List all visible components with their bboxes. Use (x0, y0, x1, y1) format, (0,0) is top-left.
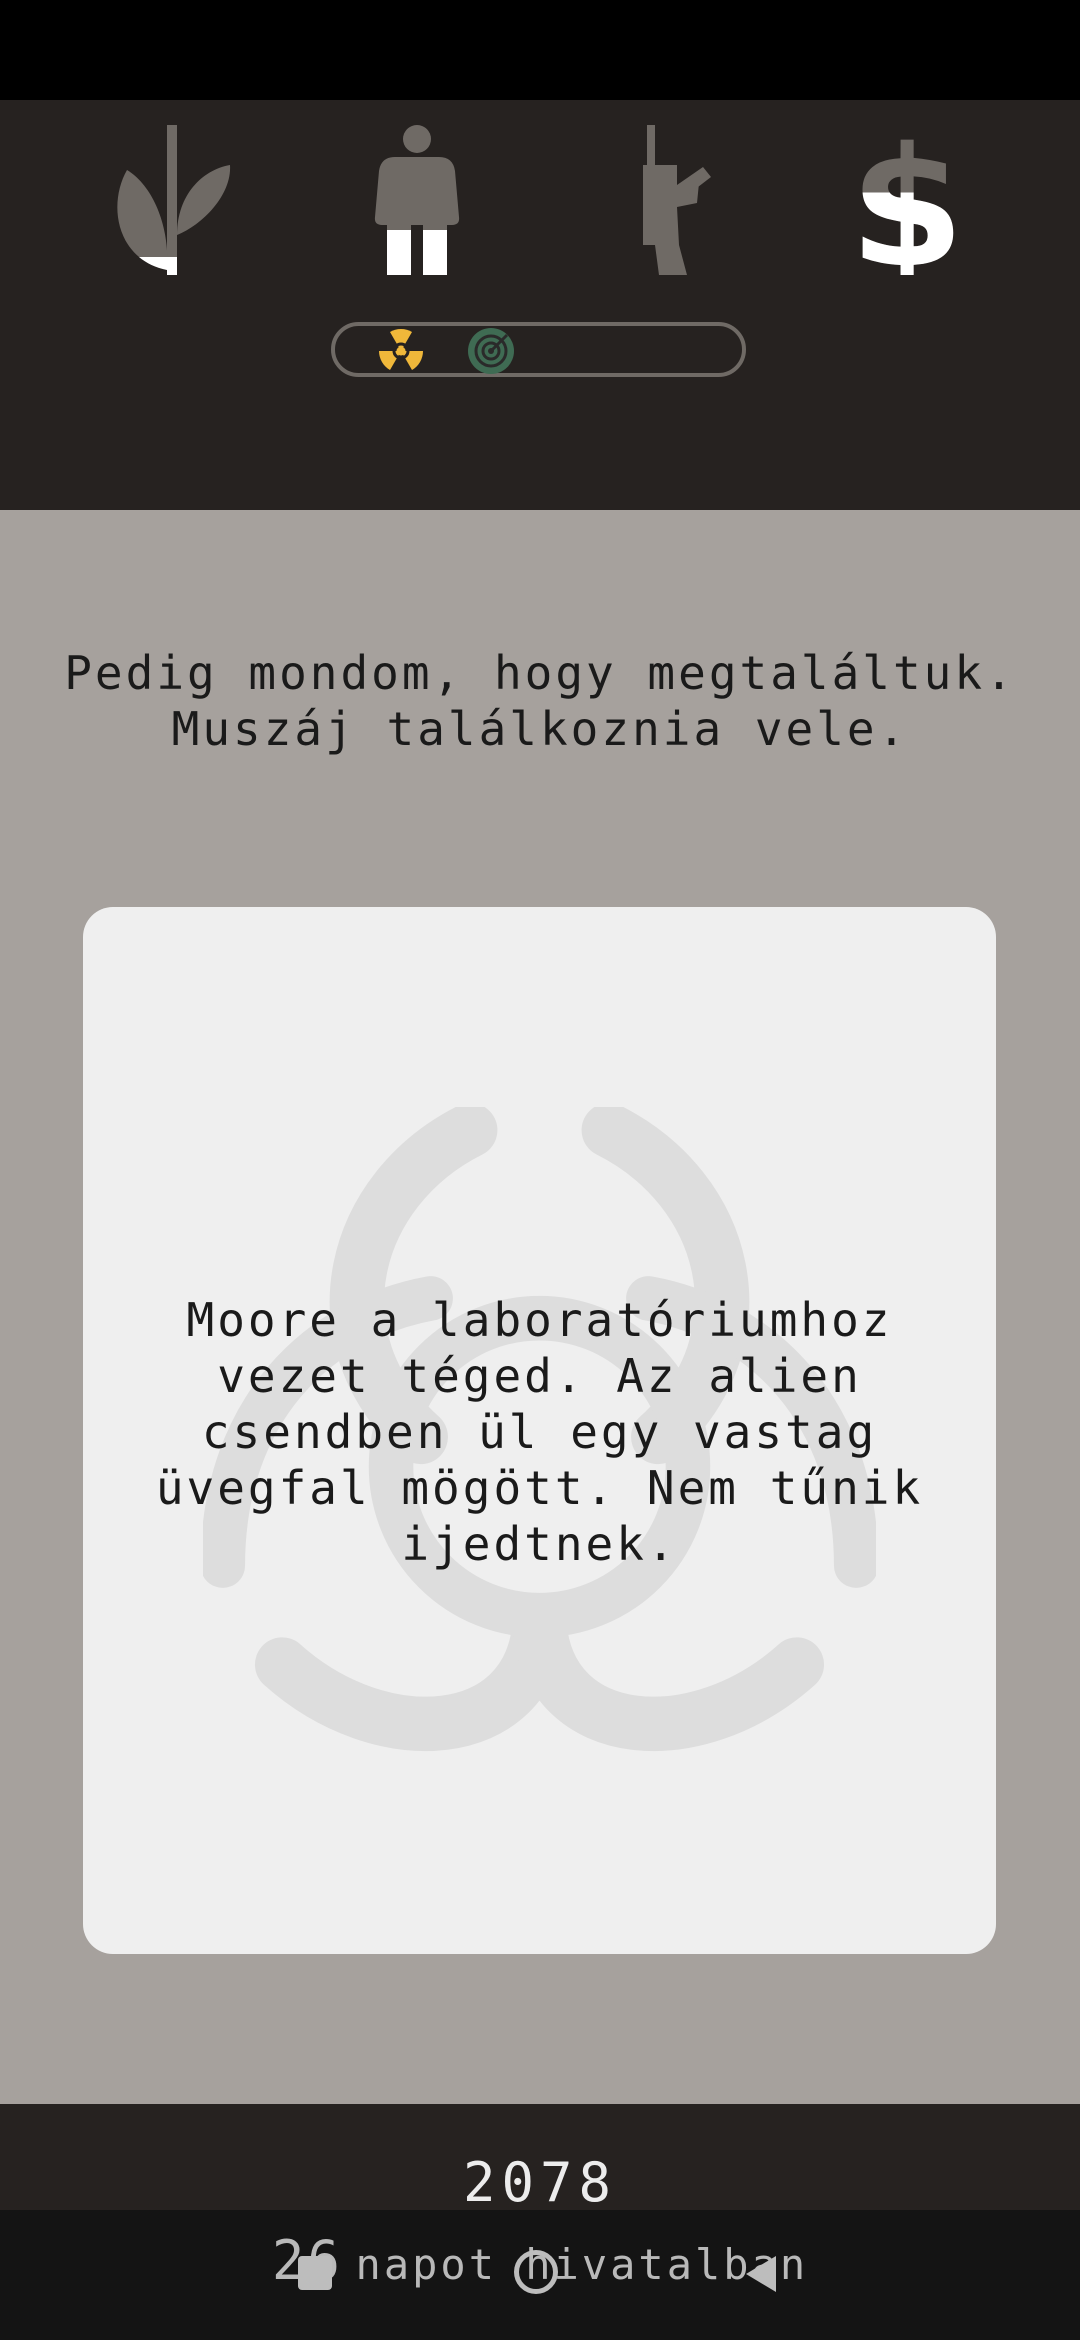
speech-text: Pedig mondom, hogy megtaláltuk. Muszáj t… (64, 646, 1016, 756)
status-bar (0, 0, 1080, 100)
person-icon (357, 125, 477, 275)
radiation-icon (377, 327, 425, 375)
dollar-icon: $ (847, 125, 967, 275)
effects-bar (331, 322, 746, 377)
triangle-back-icon[interactable] (746, 2256, 776, 2292)
rifle-icon (607, 125, 727, 275)
square-icon[interactable] (298, 2256, 332, 2290)
decision-card[interactable]: Moore a laboratóriumhoz vezet téged. Az … (83, 907, 996, 1954)
card-text: Moore a laboratóriumhoz vezet téged. Az … (155, 1293, 924, 1571)
year-label: 2078 (462, 2151, 618, 2214)
plant-icon (112, 125, 232, 275)
radar-target-icon (467, 327, 515, 375)
circle-icon[interactable] (514, 2250, 558, 2294)
days-label: napot hivatalban (355, 2240, 809, 2289)
